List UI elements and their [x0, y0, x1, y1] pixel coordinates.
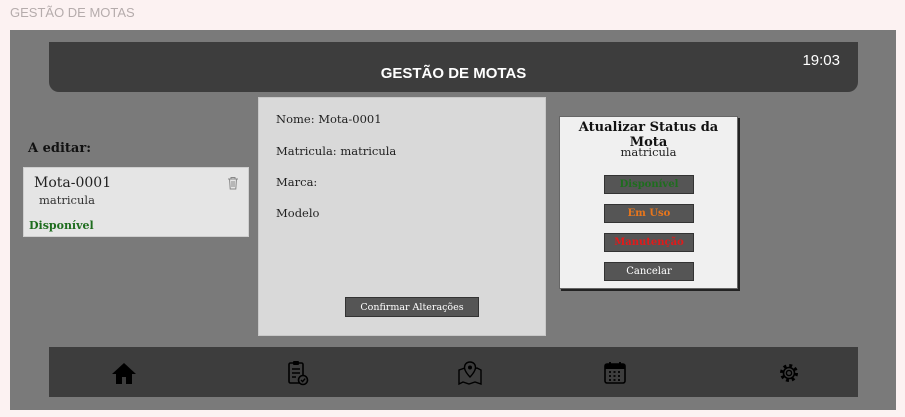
app-frame: GESTÃO DE MOTAS 19:03 A editar: Mota-000… — [10, 30, 896, 410]
page-caption: GESTÃO DE MOTAS — [10, 5, 135, 20]
editing-label: A editar: — [28, 141, 91, 156]
bottom-nav — [49, 347, 858, 397]
status-in-use-button[interactable]: Em Uso — [604, 204, 694, 223]
clock: 19:03 — [802, 52, 840, 69]
calendar-icon[interactable] — [601, 359, 629, 387]
editing-item-card[interactable]: Mota-0001 matricula Disponível — [23, 167, 249, 237]
confirm-changes-button[interactable]: Confirmar Alterações — [345, 297, 479, 317]
item-status: Disponível — [29, 219, 94, 232]
settings-gear-icon[interactable] — [775, 359, 803, 387]
trash-icon[interactable] — [227, 176, 239, 190]
header-bar: GESTÃO DE MOTAS 19:03 — [49, 42, 858, 92]
status-available-button[interactable]: Disponível — [604, 175, 694, 194]
model-field[interactable]: Modelo — [276, 206, 319, 220]
map-pin-icon[interactable] — [456, 359, 484, 387]
plate-field[interactable]: Matricula: matricula — [276, 144, 396, 158]
page-title: GESTÃO DE MOTAS — [380, 65, 527, 82]
cancel-button[interactable]: Cancelar — [604, 262, 694, 281]
name-field[interactable]: Nome: Mota-0001 — [276, 112, 382, 126]
clipboard-check-icon[interactable] — [283, 359, 311, 387]
brand-field[interactable]: Marca: — [276, 175, 317, 189]
item-name: Mota-0001 — [34, 175, 112, 191]
home-icon[interactable] — [110, 359, 138, 387]
status-maintenance-button[interactable]: Manutenção — [604, 233, 694, 252]
status-update-dialog: Atualizar Status da Mota matricula Dispo… — [559, 116, 738, 289]
item-plate: matricula — [39, 193, 95, 207]
details-panel: Nome: Mota-0001 Matricula: matricula Mar… — [258, 97, 546, 336]
status-dialog-plate: matricula — [620, 145, 677, 159]
